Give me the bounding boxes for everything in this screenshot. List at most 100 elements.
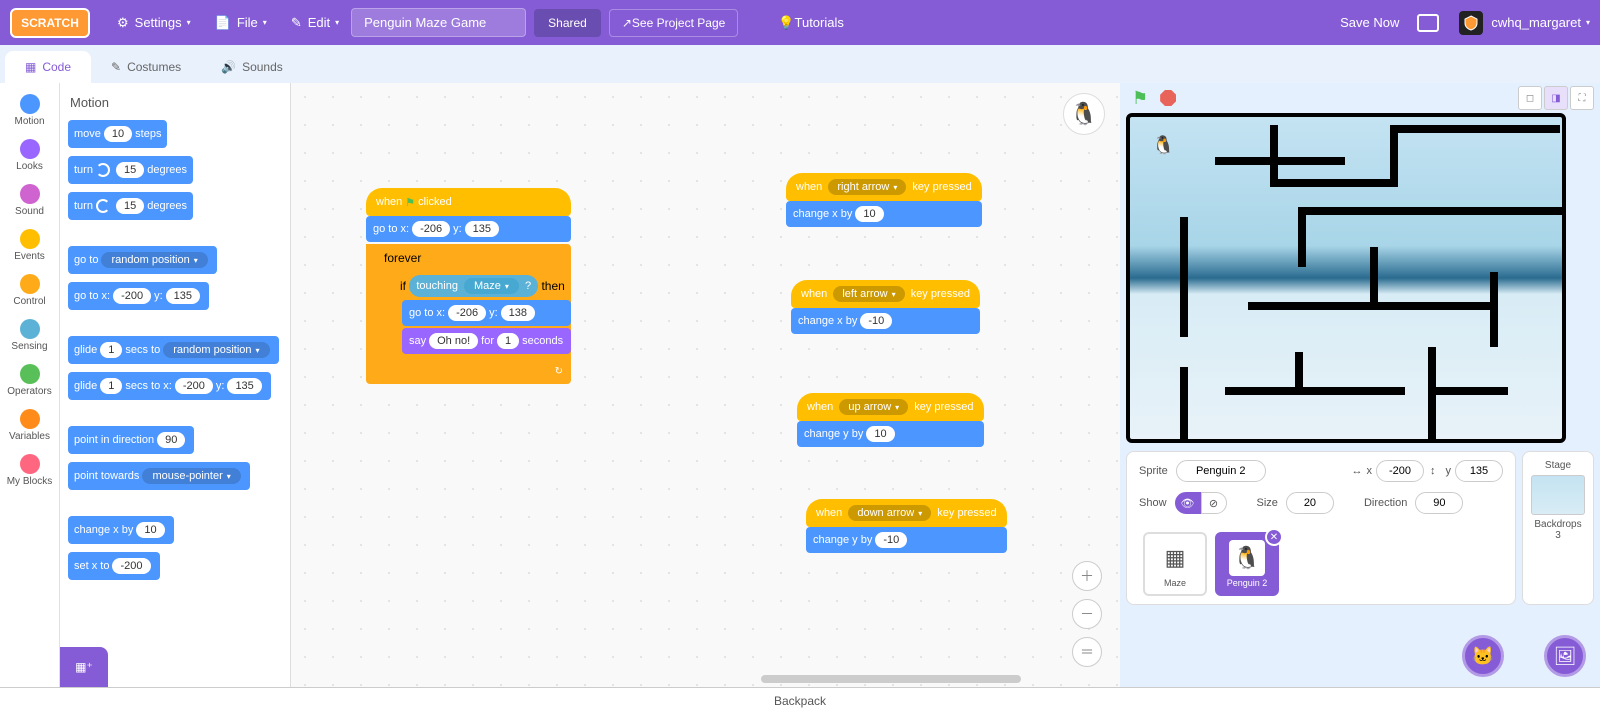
block-input[interactable]: 10 xyxy=(104,126,132,142)
block-input[interactable]: 10 xyxy=(855,206,883,222)
hat-when-key-pressed[interactable]: when up arrow key pressed xyxy=(797,393,984,421)
block-input[interactable]: 10 xyxy=(866,426,894,442)
zoom-out-button[interactable]: － xyxy=(1072,599,1102,629)
scratch-logo[interactable]: SCRATCH xyxy=(10,8,90,38)
hat-when-key-pressed[interactable]: when right arrow key pressed xyxy=(786,173,982,201)
sprite-tile-maze[interactable]: ▦ Maze xyxy=(1143,532,1207,596)
stage-selector[interactable]: Stage Backdrops 3 xyxy=(1522,451,1594,605)
block-turn-left[interactable]: turn15degrees xyxy=(68,192,193,220)
stage-fullscreen-button[interactable]: ⛶ xyxy=(1570,86,1594,110)
project-title-input[interactable] xyxy=(351,8,526,37)
block-set-x[interactable]: set x to-200 xyxy=(68,552,160,580)
shared-button[interactable]: Shared xyxy=(534,9,601,37)
show-sprite-button[interactable]: 👁 xyxy=(1175,492,1201,514)
block-say-for-secs[interactable]: sayOh no!for1seconds xyxy=(402,328,571,354)
tutorials-button[interactable]: 💡Tutorials xyxy=(778,15,844,31)
category-sound[interactable]: Sound xyxy=(0,178,59,223)
sprite-tile-penguin[interactable]: ✕ 🐧 Penguin 2 xyxy=(1215,532,1279,596)
block-input[interactable]: 135 xyxy=(166,288,200,304)
block-input[interactable]: -200 xyxy=(175,378,213,394)
category-myblocks[interactable]: My Blocks xyxy=(0,448,59,493)
block-dropdown[interactable]: right arrow xyxy=(828,179,906,195)
tab-sounds[interactable]: 🔊Sounds xyxy=(201,51,303,83)
edit-menu[interactable]: ✎Edit▾ xyxy=(291,15,339,31)
block-change-x[interactable]: change x by10 xyxy=(786,201,982,227)
block-goto[interactable]: go torandom position xyxy=(68,246,217,274)
block-change-x[interactable]: change x by-10 xyxy=(791,308,980,334)
block-input[interactable]: 90 xyxy=(157,432,185,448)
block-dropdown[interactable]: random position xyxy=(101,252,207,268)
block-touching[interactable]: touching Maze ? xyxy=(409,275,538,297)
workspace-scrollbar[interactable] xyxy=(761,675,1021,683)
block-input[interactable]: 138 xyxy=(501,305,535,321)
stop-button[interactable] xyxy=(1160,90,1176,106)
sprite-y-input[interactable] xyxy=(1455,460,1503,482)
block-turn-right[interactable]: turn15degrees xyxy=(68,156,193,184)
account-menu[interactable]: cwhq_margaret ▾ xyxy=(1459,11,1590,35)
block-input[interactable]: 135 xyxy=(465,221,499,237)
category-events[interactable]: Events xyxy=(0,223,59,268)
block-input[interactable]: -200 xyxy=(113,288,151,304)
hat-when-key-pressed[interactable]: when down arrow key pressed xyxy=(806,499,1007,527)
category-variables[interactable]: Variables xyxy=(0,403,59,448)
block-dropdown[interactable]: down arrow xyxy=(848,505,931,521)
add-extension-button[interactable]: ▦⁺ xyxy=(60,647,108,687)
block-input[interactable]: -200 xyxy=(112,558,150,574)
add-sprite-button[interactable]: 🐱 xyxy=(1462,635,1504,677)
hide-sprite-button[interactable]: ⊘ xyxy=(1201,492,1227,514)
block-change-y[interactable]: change y by-10 xyxy=(806,527,1007,553)
stage[interactable]: 🐧 xyxy=(1126,113,1566,443)
script-stack-up[interactable]: when up arrow key pressed change y by10 xyxy=(797,393,984,449)
block-goto-xy[interactable]: go to x:-206y:138 xyxy=(402,300,571,326)
block-move-steps[interactable]: move10steps xyxy=(68,120,167,148)
block-change-y[interactable]: change y by10 xyxy=(797,421,984,447)
block-dropdown[interactable]: up arrow xyxy=(839,399,908,415)
script-stack-right[interactable]: when right arrow key pressed change x by… xyxy=(786,173,982,229)
green-flag-button[interactable]: ⚑ xyxy=(1132,88,1148,109)
block-input[interactable]: -206 xyxy=(412,221,450,237)
mystuff-icon[interactable] xyxy=(1417,14,1439,32)
block-dropdown[interactable]: Maze xyxy=(464,278,519,294)
block-input[interactable]: -206 xyxy=(448,305,486,321)
tab-costumes[interactable]: ✎Costumes xyxy=(91,51,201,83)
add-backdrop-button[interactable]: 🖼 xyxy=(1544,635,1586,677)
script-stack-left[interactable]: when left arrow key pressed change x by-… xyxy=(791,280,980,336)
block-input[interactable]: 135 xyxy=(227,378,261,394)
file-menu[interactable]: 📄File▾ xyxy=(215,15,267,31)
category-looks[interactable]: Looks xyxy=(0,133,59,178)
category-motion[interactable]: Motion xyxy=(0,88,59,133)
see-project-page-button[interactable]: ↗See Project Page xyxy=(609,9,738,37)
penguin-sprite-on-stage[interactable]: 🐧 xyxy=(1152,135,1176,159)
block-input[interactable]: 10 xyxy=(136,522,164,538)
settings-menu[interactable]: ⚙Settings▾ xyxy=(117,15,191,31)
sprite-x-input[interactable] xyxy=(1376,460,1424,482)
block-input[interactable]: -10 xyxy=(875,532,907,548)
sprite-size-input[interactable] xyxy=(1286,492,1334,514)
block-input[interactable]: 15 xyxy=(116,162,144,178)
block-point-towards[interactable]: point towardsmouse-pointer xyxy=(68,462,250,490)
block-dropdown[interactable]: random position xyxy=(163,342,269,358)
script-stack-main[interactable]: when⚑clicked go to x:-206y:135 forever i… xyxy=(366,188,571,384)
block-dropdown[interactable]: left arrow xyxy=(833,286,904,302)
hat-when-flag-clicked[interactable]: when⚑clicked xyxy=(366,188,571,216)
block-input[interactable]: 1 xyxy=(497,333,519,349)
block-glide[interactable]: glide1secs torandom position xyxy=(68,336,279,364)
block-forever[interactable]: forever if touching Maze ? then go to x:… xyxy=(366,244,571,384)
block-change-x[interactable]: change x by10 xyxy=(68,516,174,544)
category-control[interactable]: Control xyxy=(0,268,59,313)
delete-sprite-button[interactable]: ✕ xyxy=(1265,528,1283,546)
block-input[interactable]: 15 xyxy=(116,198,144,214)
block-palette[interactable]: Motion move10steps turn15degrees turn15d… xyxy=(60,83,290,687)
block-dropdown[interactable]: mouse-pointer xyxy=(142,468,240,484)
sprite-direction-input[interactable] xyxy=(1415,492,1463,514)
tab-code[interactable]: ▦Code xyxy=(5,51,91,83)
block-point-direction[interactable]: point in direction90 xyxy=(68,426,194,454)
block-goto-xy[interactable]: go to x:-206y:135 xyxy=(366,216,571,242)
block-input[interactable]: 1 xyxy=(100,378,122,394)
stage-small-button[interactable]: ◻ xyxy=(1518,86,1542,110)
block-goto-xy[interactable]: go to x:-200y:135 xyxy=(68,282,209,310)
block-if[interactable]: if touching Maze ? then go to x:-206y:13… xyxy=(382,268,571,368)
block-input[interactable]: Oh no! xyxy=(429,333,478,349)
hat-when-key-pressed[interactable]: when left arrow key pressed xyxy=(791,280,980,308)
stage-large-button[interactable]: ◨ xyxy=(1544,86,1568,110)
